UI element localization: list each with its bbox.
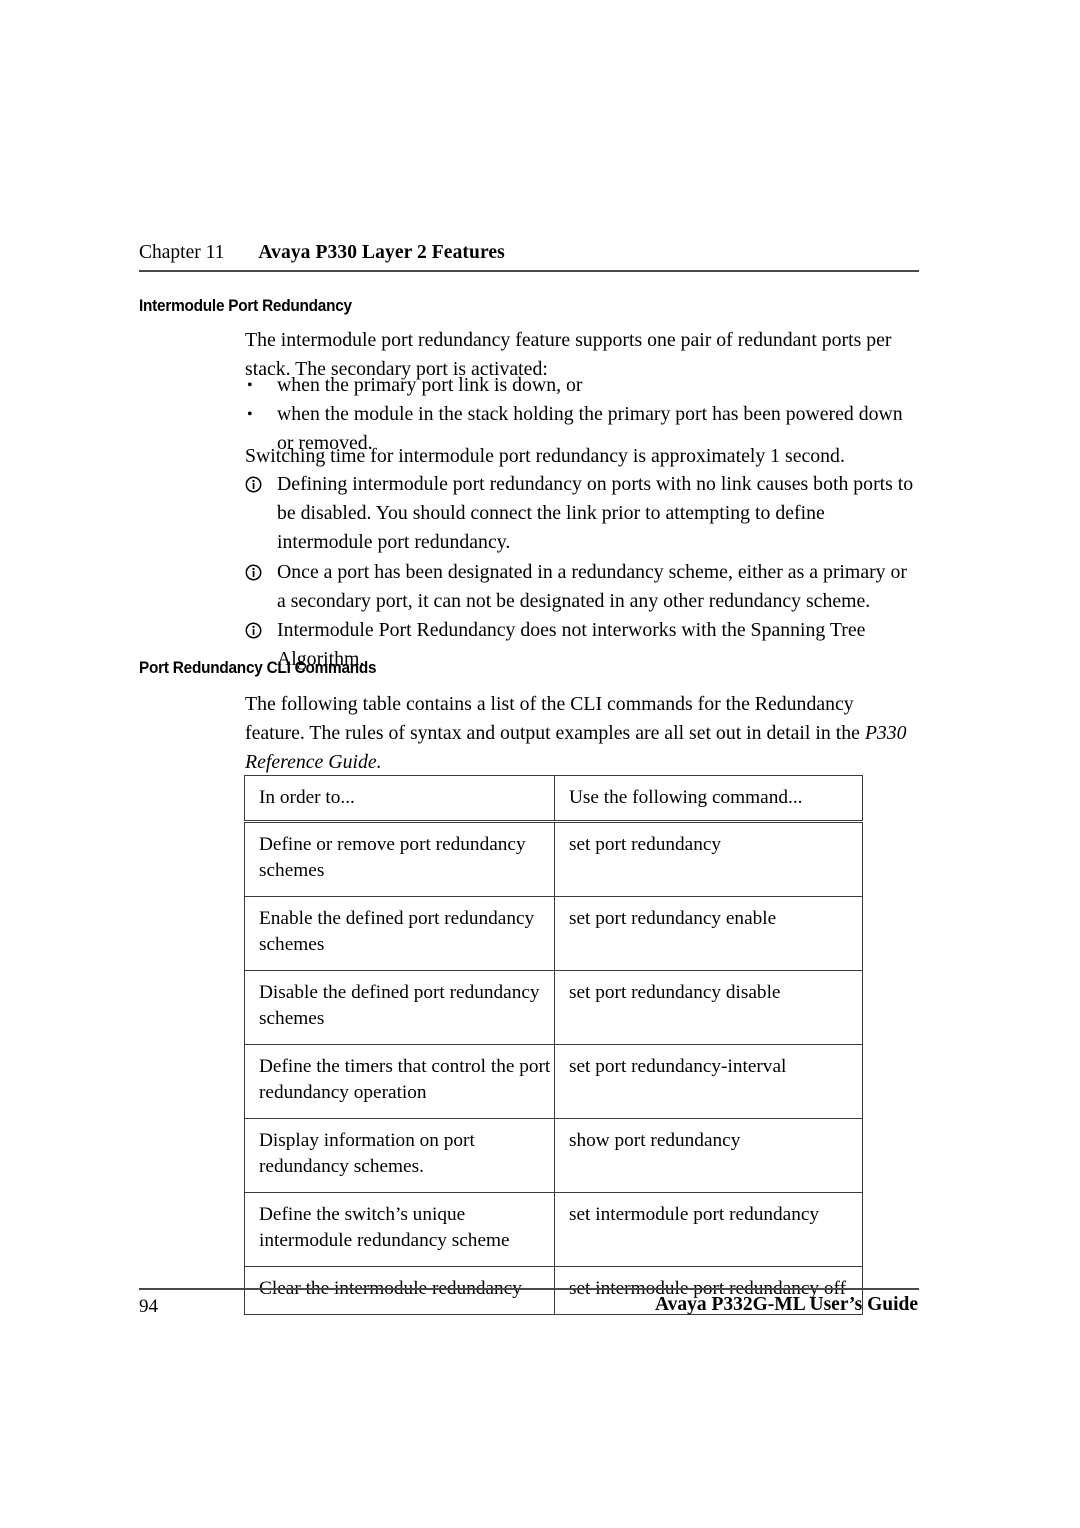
table-row: Display information on port redundancy s… — [244, 1117, 863, 1193]
paragraph-switching-time: Switching time for intermodule port redu… — [245, 445, 845, 467]
table-cell-command: set port redundancy — [554, 819, 863, 897]
table-cell-task: Define the switch’s unique intermodule r… — [244, 1191, 555, 1267]
table-row: Define or remove port redundancy schemes… — [244, 819, 863, 897]
table-cell-task: Clear the intermodule redundancy — [244, 1265, 555, 1315]
footer-divider-rule — [139, 1288, 919, 1290]
cli-commands-table: In order to... Use the following command… — [244, 775, 863, 1315]
section-heading-intermodule-port-redundancy: Intermodule Port Redundancy — [139, 297, 352, 315]
table-cell-command: set port redundancy enable — [554, 895, 863, 971]
table-cell-task: Define or remove port redundancy schemes — [244, 819, 555, 897]
table-row: Enable the defined port redundancy schem… — [244, 895, 863, 971]
table-row: Define the timers that control the port … — [244, 1043, 863, 1119]
note-item-label: Defining intermodule port redundancy on … — [277, 473, 914, 554]
note-list-intermodule-redundancy: Defining intermodule port redundancy on … — [245, 470, 917, 674]
cli-intro-text-lead: The following table contains a list of t… — [245, 693, 865, 745]
cli-intro-text-tail: . — [376, 751, 382, 774]
bullet-dot-icon: • — [247, 406, 253, 424]
header-divider-rule — [139, 270, 919, 272]
running-header: Chapter 11 Avaya P330 Layer 2 Features — [139, 241, 919, 265]
list-item: • when the primary port link is down, or — [245, 371, 917, 400]
document-page: Chapter 11 Avaya P330 Layer 2 Features In… — [0, 0, 1080, 1528]
bullet-dot-icon: • — [247, 377, 253, 394]
table-header-row: In order to... Use the following command… — [244, 775, 863, 822]
table-cell-command: set port redundancy-interval — [554, 1043, 863, 1119]
table-column-header-command: Use the following command... — [554, 775, 863, 822]
circled-information-icon — [245, 617, 265, 646]
table-cell-task: Define the timers that control the port … — [244, 1043, 555, 1119]
footer-document-title: Avaya P332G-ML User’s Guide — [654, 1294, 918, 1315]
table-cell-command: set port redundancy disable — [554, 969, 863, 1045]
table-cell-command: show port redundancy — [554, 1117, 863, 1193]
circled-information-icon — [245, 471, 265, 500]
header-chapter-number: Chapter 11 — [139, 242, 225, 263]
table-row: Disable the defined port redundancy sche… — [244, 969, 863, 1045]
table-cell-command: set intermodule port redundancy — [554, 1191, 863, 1267]
table-cell-task: Disable the defined port redundancy sche… — [244, 969, 555, 1045]
table-cell-task: Enable the defined port redundancy schem… — [244, 895, 555, 971]
circled-information-icon — [245, 559, 265, 588]
table-cell-task: Display information on port redundancy s… — [244, 1117, 555, 1193]
header-chapter-title: Avaya P330 Layer 2 Features — [258, 242, 505, 263]
note-item-label: Once a port has been designated in a red… — [277, 560, 907, 612]
note-item: Once a port has been designated in a red… — [245, 558, 917, 616]
note-item: Defining intermodule port redundancy on … — [245, 470, 917, 558]
table-column-header-task: In order to... — [244, 775, 555, 822]
list-item-label: when the primary port link is down, or — [277, 374, 583, 396]
paragraph-cli-intro: The following table contains a list of t… — [245, 690, 917, 778]
section-heading-port-redundancy-cli-commands: Port Redundancy CLI Commands — [139, 659, 377, 677]
table-row: Define the switch’s unique intermodule r… — [244, 1191, 863, 1267]
footer-page-number: 94 — [139, 1296, 158, 1317]
